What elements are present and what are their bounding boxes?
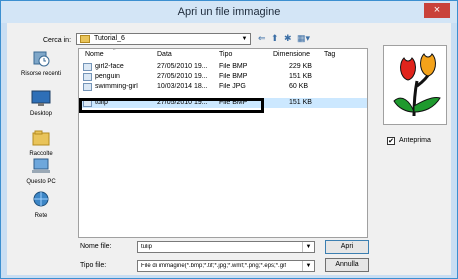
file-row[interactable]: swimming-girl 10/03/2014 18... File JPG … (79, 82, 367, 92)
place-label: Desktop (29, 111, 52, 117)
preview-checkbox-label: Anteprima (399, 137, 431, 144)
chevron-down-icon[interactable]: ▼ (239, 34, 250, 44)
preview-checkbox[interactable]: ✔ (387, 137, 395, 145)
close-button[interactable]: × (424, 3, 450, 18)
lookin-value: Tutorial_6 (94, 35, 125, 42)
view-menu-button[interactable]: ▦▾ (297, 32, 310, 44)
filetype-select[interactable]: File di immagine(*.bmp;*.tif;*.jpg;*.wmf… (137, 260, 315, 272)
new-folder-button[interactable]: ✱ (284, 32, 292, 44)
file-size: 151 KB (289, 73, 312, 80)
dialog-body: Cerca in: Tutorial_6 ▼ ⇐ ⬆ ✱ ▦▾ Risorse … (7, 23, 451, 275)
place-recent[interactable]: Risorse recenti (9, 49, 73, 77)
filetype-label: Tipo file: (80, 262, 107, 269)
file-size: 151 KB (289, 99, 312, 106)
file-name: girl2-face (95, 63, 124, 70)
title-bar[interactable]: Apri un file immagine × (1, 1, 457, 23)
file-name: swimming-girl (95, 83, 138, 90)
desktop-icon (31, 90, 51, 106)
image-file-icon (83, 83, 92, 91)
computer-icon (32, 158, 50, 173)
file-row[interactable]: girl2-face 27/05/2010 19... File BMP 229… (79, 62, 367, 72)
file-size: 60 KB (289, 83, 309, 90)
file-row[interactable]: penguin 27/05/2010 19... File BMP 151 KB (79, 72, 367, 82)
column-header-date[interactable]: Data (157, 51, 172, 58)
lookin-label: Cerca in: (43, 37, 72, 44)
place-label: Questo PC (26, 179, 56, 185)
image-file-icon (83, 73, 92, 81)
place-libraries[interactable]: Raccolte (9, 129, 73, 157)
folder-icon (80, 35, 90, 43)
libraries-icon (32, 130, 50, 146)
image-file-icon (83, 63, 92, 71)
selection-highlight-box (79, 98, 264, 113)
file-list[interactable]: Nome ^ Data Tipo Dimensione Tag girl2-fac… (78, 48, 368, 238)
place-network[interactable]: Rete (9, 191, 73, 219)
filename-value: tulip (141, 244, 153, 250)
filename-combobox[interactable]: tulip ▼ (137, 241, 315, 253)
chevron-down-icon[interactable]: ▼ (302, 242, 314, 252)
column-header-type[interactable]: Tipo (219, 51, 232, 58)
window-title: Apri un file immagine (177, 6, 281, 18)
file-type: File JPG (219, 83, 246, 90)
preview-pane (383, 45, 447, 125)
back-button[interactable]: ⇐ (258, 32, 266, 44)
file-date: 10/03/2014 18... (157, 83, 208, 90)
column-header-size[interactable]: Dimensione (273, 51, 310, 58)
column-header-tag[interactable]: Tag (324, 51, 335, 58)
chevron-down-icon[interactable]: ▼ (302, 261, 314, 271)
column-header-name[interactable]: Nome ^ (85, 49, 115, 58)
open-image-dialog: Apri un file immagine × Cerca in: Tutori… (0, 0, 458, 279)
file-type: File BMP (219, 73, 248, 80)
filename-label: Nome file: (80, 243, 112, 250)
place-label: Rete (34, 213, 48, 219)
up-folder-button[interactable]: ⬆ (271, 32, 279, 44)
file-date: 27/05/2010 19... (157, 63, 208, 70)
lookin-dropdown[interactable]: Tutorial_6 ▼ (76, 33, 251, 45)
filetype-value: File di immagine(*.bmp;*.tif;*.jpg;*.wmf… (141, 263, 287, 269)
file-date: 27/05/2010 19... (157, 73, 208, 80)
recent-icon (33, 51, 50, 67)
file-type: File BMP (219, 63, 248, 70)
sort-arrow-icon: ^ (113, 48, 116, 54)
file-name: penguin (95, 73, 120, 80)
cancel-button[interactable]: Annulla (325, 258, 369, 272)
tulip-preview-image (393, 53, 441, 117)
place-desktop[interactable]: Desktop (9, 89, 73, 117)
network-icon (33, 191, 49, 207)
file-size: 229 KB (289, 63, 312, 70)
place-label: Risorse recenti (20, 71, 61, 77)
open-button[interactable]: Apri (325, 240, 369, 254)
place-computer[interactable]: Questo PC (9, 157, 73, 185)
